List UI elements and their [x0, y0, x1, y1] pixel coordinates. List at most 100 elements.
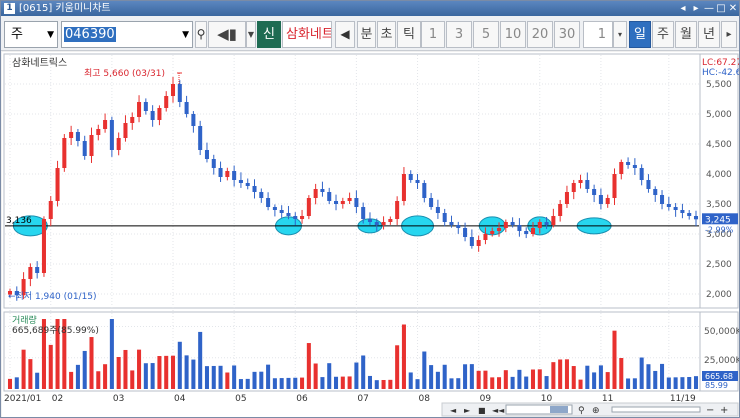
candle[interactable] [306, 198, 311, 216]
candle[interactable] [558, 204, 563, 216]
fast-back-button[interactable]: ◄◄ [492, 406, 505, 415]
day-button[interactable]: 일 [629, 21, 651, 48]
candle[interactable] [429, 198, 434, 207]
candle[interactable] [551, 216, 556, 225]
candle[interactable] [177, 84, 182, 102]
zoom-icon[interactable]: ⊕ [592, 406, 600, 416]
candle[interactable] [456, 225, 461, 228]
candle[interactable] [619, 162, 624, 174]
back-button[interactable]: ◀ [335, 21, 355, 48]
candle[interactable] [578, 180, 583, 183]
candle[interactable] [639, 168, 644, 180]
candle[interactable] [272, 207, 277, 210]
more-button[interactable]: ▸ [721, 21, 737, 48]
minute-button[interactable]: 분 [357, 21, 376, 48]
candle[interactable] [490, 231, 495, 234]
candle[interactable] [401, 174, 406, 201]
candle[interactable] [137, 102, 142, 117]
speaker-dropdown[interactable]: ▼ [246, 21, 256, 48]
candle[interactable] [157, 108, 162, 120]
candle[interactable] [89, 135, 94, 156]
stock-code-input[interactable]: 046390 ▼ [61, 21, 193, 48]
close-icon[interactable]: ✕ [727, 1, 739, 16]
candle[interactable] [96, 129, 101, 135]
next-arrow-icon[interactable]: ▸ [690, 1, 702, 16]
candle[interactable] [191, 114, 196, 126]
month-button[interactable]: 월 [675, 21, 697, 48]
count-dropdown[interactable]: ▾ [613, 21, 627, 48]
maximize-icon[interactable]: □ [715, 1, 727, 16]
candle[interactable] [198, 126, 203, 150]
candle[interactable] [571, 183, 576, 192]
candle[interactable] [463, 228, 468, 237]
candle[interactable] [612, 174, 617, 198]
candle[interactable] [354, 198, 359, 207]
candle[interactable] [632, 165, 637, 168]
candle[interactable] [204, 150, 209, 159]
candle[interactable] [626, 162, 631, 165]
candle[interactable] [286, 213, 291, 216]
scroll-thumb[interactable] [550, 406, 568, 413]
candle[interactable] [673, 207, 678, 210]
candle[interactable] [585, 180, 590, 189]
search-button[interactable]: ⚲ [195, 21, 207, 48]
candle[interactable] [218, 168, 223, 177]
candle[interactable] [103, 120, 108, 129]
candle[interactable] [334, 201, 339, 204]
market-select[interactable]: 주 ▼ [4, 21, 58, 48]
candle[interactable] [164, 96, 169, 108]
candle[interactable] [28, 267, 33, 279]
candle[interactable] [82, 141, 87, 156]
candle[interactable] [238, 180, 243, 183]
candle[interactable] [476, 240, 481, 246]
scroll-right-button[interactable]: ► [464, 406, 471, 415]
candle[interactable] [469, 237, 474, 246]
count-input[interactable]: 1 [583, 21, 613, 48]
prev-arrow-icon[interactable]: ◂ [677, 1, 689, 16]
candle[interactable] [184, 102, 189, 114]
candle[interactable] [123, 123, 128, 138]
candle[interactable] [605, 198, 610, 204]
zoom-in-button[interactable]: + [720, 405, 728, 416]
tick-button[interactable]: 틱 [397, 21, 421, 48]
candle[interactable] [35, 267, 40, 273]
candle[interactable] [293, 216, 298, 219]
week-button[interactable]: 주 [652, 21, 674, 48]
candle[interactable] [524, 231, 529, 234]
candle[interactable] [564, 192, 569, 204]
candle[interactable] [143, 102, 148, 111]
candle[interactable] [646, 180, 651, 189]
candle[interactable] [225, 171, 230, 177]
candle[interactable] [537, 222, 542, 228]
candle[interactable] [259, 192, 264, 198]
candle[interactable] [279, 210, 284, 213]
candle[interactable] [435, 207, 440, 213]
candle[interactable] [41, 219, 46, 273]
year-button[interactable]: 년 [698, 21, 720, 48]
zoom-out-button[interactable]: − [706, 405, 714, 416]
period-3-button[interactable]: 3 [446, 21, 472, 48]
candle[interactable] [116, 138, 121, 150]
candle[interactable] [381, 222, 386, 225]
candle[interactable] [245, 183, 250, 186]
candle[interactable] [483, 234, 488, 240]
period-30-button[interactable]: 30 [554, 21, 580, 48]
candle[interactable] [266, 198, 271, 207]
candle[interactable] [150, 111, 155, 120]
candle[interactable] [517, 225, 522, 231]
candle[interactable] [170, 84, 176, 96]
candle[interactable] [598, 195, 603, 204]
stock-name-field[interactable]: 삼화네트 [282, 21, 332, 48]
candle[interactable] [530, 228, 536, 234]
candle[interactable] [653, 189, 658, 195]
period-slider[interactable] [611, 406, 701, 413]
candle[interactable] [395, 201, 400, 219]
candle[interactable] [497, 228, 502, 231]
candle[interactable] [367, 219, 372, 222]
chart-area[interactable]: 삼화네트릭스 LC:67.27 HC:-42.67 최고 5,660 (03/3… [2, 52, 740, 417]
price-chart[interactable]: 삼화네트릭스 LC:67.27 HC:-42.67 최고 5,660 (03/3… [2, 52, 740, 417]
candle[interactable] [544, 222, 549, 225]
candle[interactable] [252, 186, 257, 192]
scroll-left-button[interactable]: ◄ [450, 406, 457, 415]
candle[interactable] [55, 168, 60, 201]
